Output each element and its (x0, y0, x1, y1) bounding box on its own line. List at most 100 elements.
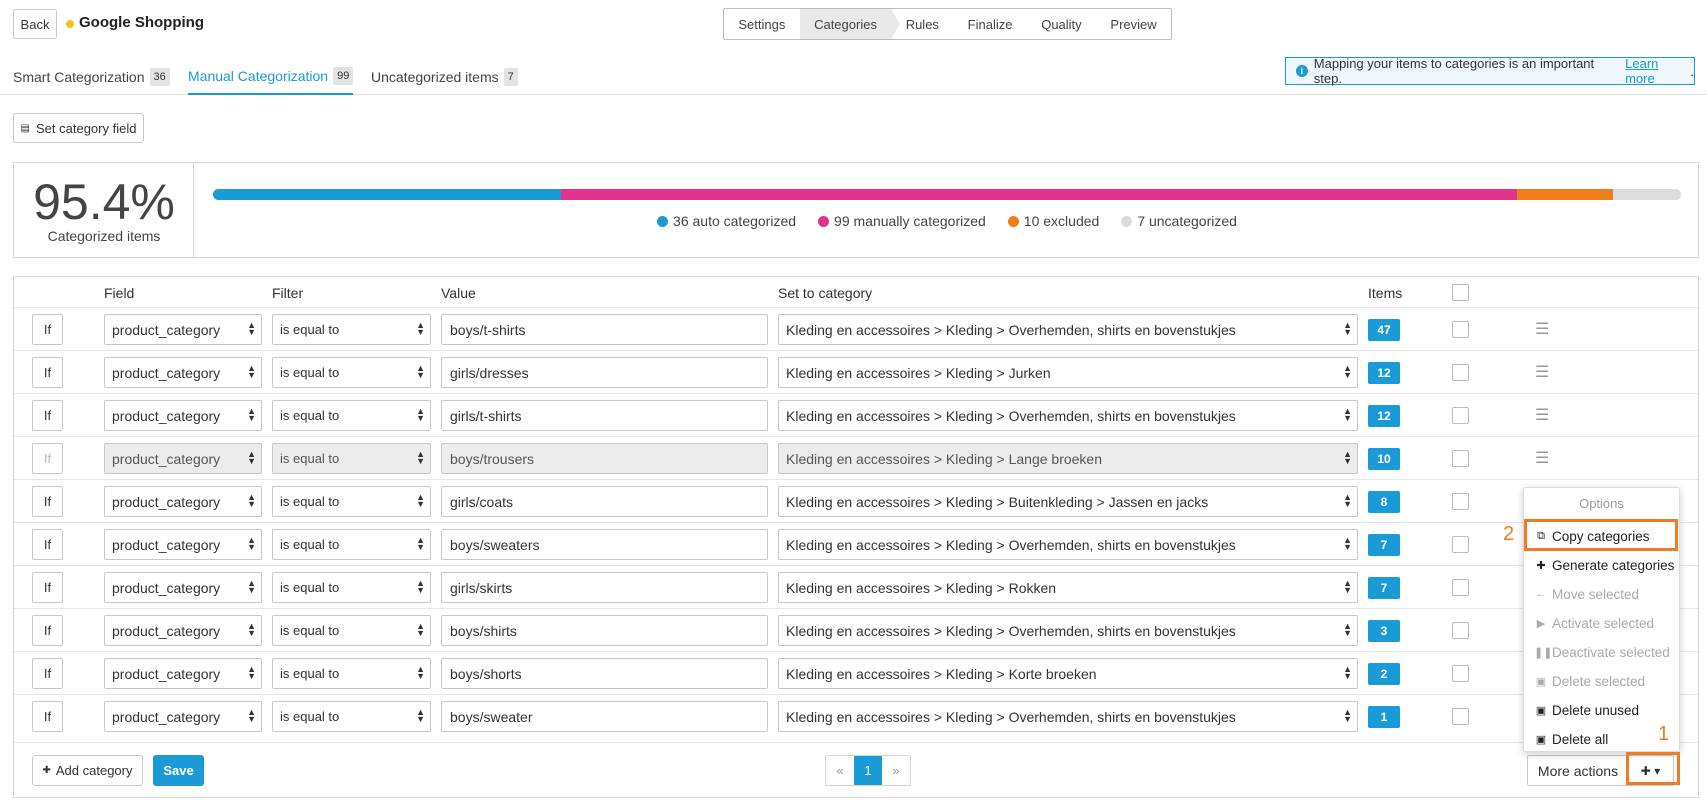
learn-more-link[interactable]: Learn more (1625, 56, 1690, 86)
row-checkbox[interactable] (1452, 708, 1469, 725)
if-toggle[interactable]: If (32, 529, 63, 560)
value-input[interactable]: boys/shorts (441, 658, 768, 689)
if-toggle[interactable]: If (32, 658, 63, 689)
table-row: If product_category ▲ ▼ is equal to ▲ ▼ gi… (14, 350, 1698, 393)
category-select[interactable]: Kleding en accessoires > Kleding > Korte… (778, 658, 1358, 689)
drag-handle-icon[interactable]: ☰ (1535, 448, 1549, 468)
value-input[interactable]: boys/shirts (441, 615, 768, 646)
row-checkbox[interactable] (1452, 450, 1469, 467)
step-quality[interactable]: Quality (1027, 9, 1096, 39)
field-select[interactable]: product_category ▲ ▼ (104, 486, 262, 517)
category-rules-table: Field Filter Value Set to category Items… (13, 276, 1699, 798)
category-select[interactable]: Kleding en accessoires > Kleding > Buite… (778, 486, 1358, 517)
if-toggle[interactable]: If (32, 572, 63, 603)
if-toggle[interactable]: If (32, 486, 63, 517)
menu-item-activate-selected[interactable]: ▶ Activate selected (1534, 612, 1679, 634)
table-row: If product_category ▲ ▼ is equal to ▲ ▼ bo… (14, 651, 1698, 694)
row-checkbox[interactable] (1452, 665, 1469, 682)
filter-select[interactable]: is equal to ▲ ▼ (272, 400, 431, 431)
field-select-value: product_category (112, 708, 221, 725)
set-category-field-button[interactable]: ▤ Set category field (13, 113, 144, 143)
field-select[interactable]: product_category ▲ ▼ (104, 314, 262, 345)
tab-uncategorized-items[interactable]: Uncategorized items 7 (371, 58, 518, 95)
step-settings[interactable]: Settings (724, 9, 800, 39)
value-input[interactable]: girls/skirts (441, 572, 768, 603)
value-input[interactable]: boys/t-shirts (441, 314, 768, 345)
menu-item-move-selected[interactable]: ← Move selected (1534, 583, 1679, 605)
filter-select[interactable]: is equal to ▲ ▼ (272, 615, 431, 646)
save-button[interactable]: Save (153, 755, 204, 786)
filter-select[interactable]: is equal to ▲ ▼ (272, 529, 431, 560)
field-select[interactable]: product_category ▲ ▼ (104, 357, 262, 388)
highlight-more-actions-toggle (1626, 752, 1680, 785)
value-input[interactable]: girls/dresses (441, 357, 768, 388)
row-checkbox[interactable] (1452, 536, 1469, 553)
category-select[interactable]: Kleding en accessoires > Kleding > Overh… (778, 314, 1358, 345)
value-input[interactable]: boys/trousers (441, 443, 768, 474)
sort-arrows-icon: ▲ ▼ (247, 535, 256, 552)
filter-select[interactable]: is equal to ▲ ▼ (272, 314, 431, 345)
select-all-checkbox[interactable] (1452, 284, 1469, 301)
category-select[interactable]: Kleding en accessoires > Kleding > Overh… (778, 615, 1358, 646)
category-select[interactable]: Kleding en accessoires > Kleding > Overh… (778, 701, 1358, 732)
row-checkbox[interactable] (1452, 493, 1469, 510)
row-checkbox[interactable] (1452, 364, 1469, 381)
tab-smart-categorization[interactable]: Smart Categorization 36 (13, 58, 170, 95)
category-select[interactable]: Kleding en accessoires > Kleding > Lange… (778, 443, 1358, 474)
value-input[interactable]: girls/t-shirts (441, 400, 768, 431)
menu-item-delete-selected[interactable]: ▣ Delete selected (1534, 670, 1679, 692)
filter-select[interactable]: is equal to ▲ ▼ (272, 701, 431, 732)
category-select[interactable]: Kleding en accessoires > Kleding > Overh… (778, 529, 1358, 560)
if-toggle[interactable]: If (32, 701, 63, 732)
pagination-page-1[interactable]: 1 (854, 756, 882, 785)
value-input[interactable]: girls/coats (441, 486, 768, 517)
if-toggle[interactable]: If (32, 314, 63, 345)
drag-handle-icon[interactable]: ☰ (1535, 405, 1549, 425)
field-select[interactable]: product_category ▲ ▼ (104, 443, 262, 474)
step-categories[interactable]: Categories (799, 9, 900, 39)
value-input[interactable]: boys/sweater (441, 701, 768, 732)
filter-select[interactable]: is equal to ▲ ▼ (272, 486, 431, 517)
step-finalize[interactable]: Finalize (953, 9, 1027, 39)
filter-select[interactable]: is equal to ▲ ▼ (272, 443, 431, 474)
pagination-next[interactable]: » (882, 756, 910, 785)
if-toggle[interactable]: If (32, 357, 63, 388)
value-input[interactable]: boys/sweaters (441, 529, 768, 560)
field-select[interactable]: product_category ▲ ▼ (104, 400, 262, 431)
row-checkbox[interactable] (1452, 321, 1469, 338)
filter-select[interactable]: is equal to ▲ ▼ (272, 658, 431, 689)
category-select[interactable]: Kleding en accessoires > Kleding > Jurke… (778, 357, 1358, 388)
items-count-badge: 12 (1368, 362, 1400, 384)
tab-manual-categorization[interactable]: Manual Categorization 99 (188, 58, 354, 95)
step-preview[interactable]: Preview (1096, 9, 1171, 39)
more-actions-button[interactable]: More actions (1527, 755, 1629, 786)
step-rules[interactable]: Rules (891, 9, 953, 39)
table-row: If product_category ▲ ▼ is equal to ▲ ▼ bo… (14, 307, 1698, 350)
pagination-prev[interactable]: « (826, 756, 854, 785)
drag-handle-icon[interactable]: ☰ (1535, 362, 1549, 382)
category-select[interactable]: Kleding en accessoires > Kleding > Overh… (778, 400, 1358, 431)
field-select[interactable]: product_category ▲ ▼ (104, 529, 262, 560)
field-select[interactable]: product_category ▲ ▼ (104, 572, 262, 603)
menu-item-delete-unused[interactable]: ▣ Delete unused (1534, 699, 1679, 721)
sort-arrows-icon: ▲ ▼ (1343, 535, 1352, 552)
menu-item-deactivate-selected[interactable]: ❚❚ Deactivate selected (1534, 641, 1679, 663)
info-text: Mapping your items to categories is an i… (1313, 56, 1595, 86)
filter-select[interactable]: is equal to ▲ ▼ (272, 357, 431, 388)
field-select[interactable]: product_category ▲ ▼ (104, 658, 262, 689)
menu-item-generate-categories[interactable]: ✚ Generate categories (1534, 554, 1679, 576)
if-toggle[interactable]: If (32, 615, 63, 646)
back-button[interactable]: Back (13, 9, 57, 39)
drag-handle-icon[interactable]: ☰ (1535, 319, 1549, 339)
field-select[interactable]: product_category ▲ ▼ (104, 615, 262, 646)
filter-select[interactable]: is equal to ▲ ▼ (272, 572, 431, 603)
progress-legend: 36 auto categorized 99 manually categori… (14, 213, 1700, 229)
row-checkbox[interactable] (1452, 407, 1469, 424)
category-select[interactable]: Kleding en accessoires > Kleding > Rokke… (778, 572, 1358, 603)
if-toggle[interactable]: If (32, 400, 63, 431)
field-select[interactable]: product_category ▲ ▼ (104, 701, 262, 732)
if-toggle[interactable]: If (32, 443, 63, 474)
add-category-button[interactable]: ✚ Add category (32, 755, 143, 786)
row-checkbox[interactable] (1452, 622, 1469, 639)
row-checkbox[interactable] (1452, 579, 1469, 596)
